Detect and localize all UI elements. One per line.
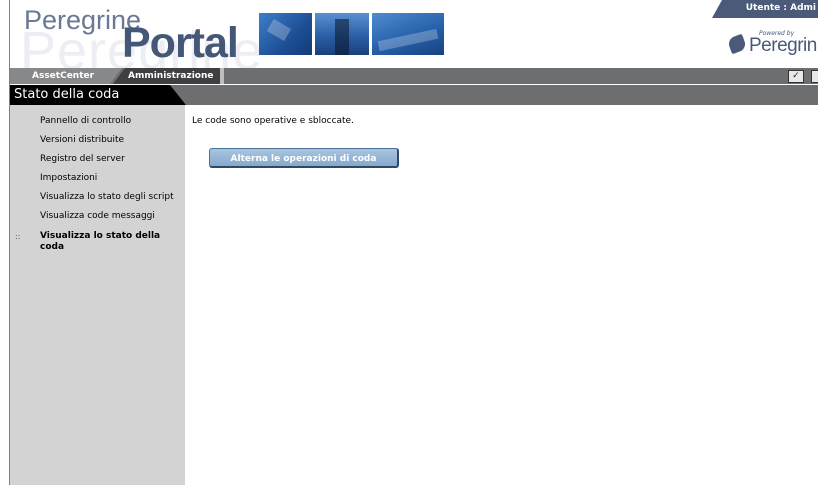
tab-amministrazione-label: Amministrazione	[128, 71, 214, 81]
sidebar-item-pannello-di-controllo[interactable]: Pannello di controllo	[40, 116, 131, 127]
document-icon[interactable]	[811, 70, 818, 83]
active-item-marker: ::	[15, 232, 21, 241]
powered-by-logo: Powered by Peregrin	[726, 30, 818, 62]
sidebar-item-versioni-distribuite[interactable]: Versioni distribuite	[40, 135, 124, 146]
main-content: Le code sono operative e sbloccate. Alte…	[185, 105, 818, 485]
sidebar-item-code-messaggi[interactable]: Visualizza code messaggi	[40, 211, 155, 222]
page-title-tab: Stato della coda	[10, 85, 186, 105]
header-photo-businessman	[315, 13, 369, 55]
sidebar-item-impostazioni[interactable]: Impostazioni	[40, 173, 97, 184]
module-tabs-bar: AssetCenter Amministrazione ✓	[10, 68, 818, 84]
user-bar: Utente : Admi	[712, 0, 818, 18]
tab-assetcenter[interactable]: AssetCenter	[10, 68, 122, 84]
powered-by-brand: Peregrin	[749, 35, 817, 56]
header: Peregrine Peregrine Portal Utente : Admi…	[10, 0, 818, 78]
user-label: Utente : Admi	[745, 3, 816, 13]
check-icon[interactable]: ✓	[787, 70, 804, 83]
left-border	[0, 0, 10, 485]
sidebar-item-stato-coda[interactable]: Visualizza lo stato della coda	[40, 231, 175, 253]
header-photos	[259, 13, 444, 55]
tab-assetcenter-label: AssetCenter	[32, 71, 95, 81]
app-frame: Peregrine Peregrine Portal Utente : Admi…	[0, 0, 818, 485]
brand-portal: Portal	[122, 19, 239, 67]
queue-status-message: Le code sono operative e sbloccate.	[192, 116, 354, 126]
header-photo-satellite	[259, 13, 312, 55]
tab-amministrazione[interactable]: Amministrazione	[113, 68, 221, 84]
toggle-queue-operations-button[interactable]: Alterna le operazioni di coda	[209, 148, 399, 168]
page-title: Stato della coda	[14, 87, 120, 102]
sidebar-item-registro-del-server[interactable]: Registro del server	[40, 154, 125, 165]
tab-divider	[220, 68, 224, 84]
peregrine-logo-icon	[726, 33, 748, 55]
sidebar-item-stato-script[interactable]: Visualizza lo stato degli script	[40, 192, 174, 203]
toolbar-icons: ✓	[786, 70, 818, 83]
page-title-bar: Stato della coda	[10, 85, 818, 105]
sidebar: Pannello di controllo Versioni distribui…	[10, 105, 185, 485]
header-photo-keyboard	[372, 13, 444, 55]
